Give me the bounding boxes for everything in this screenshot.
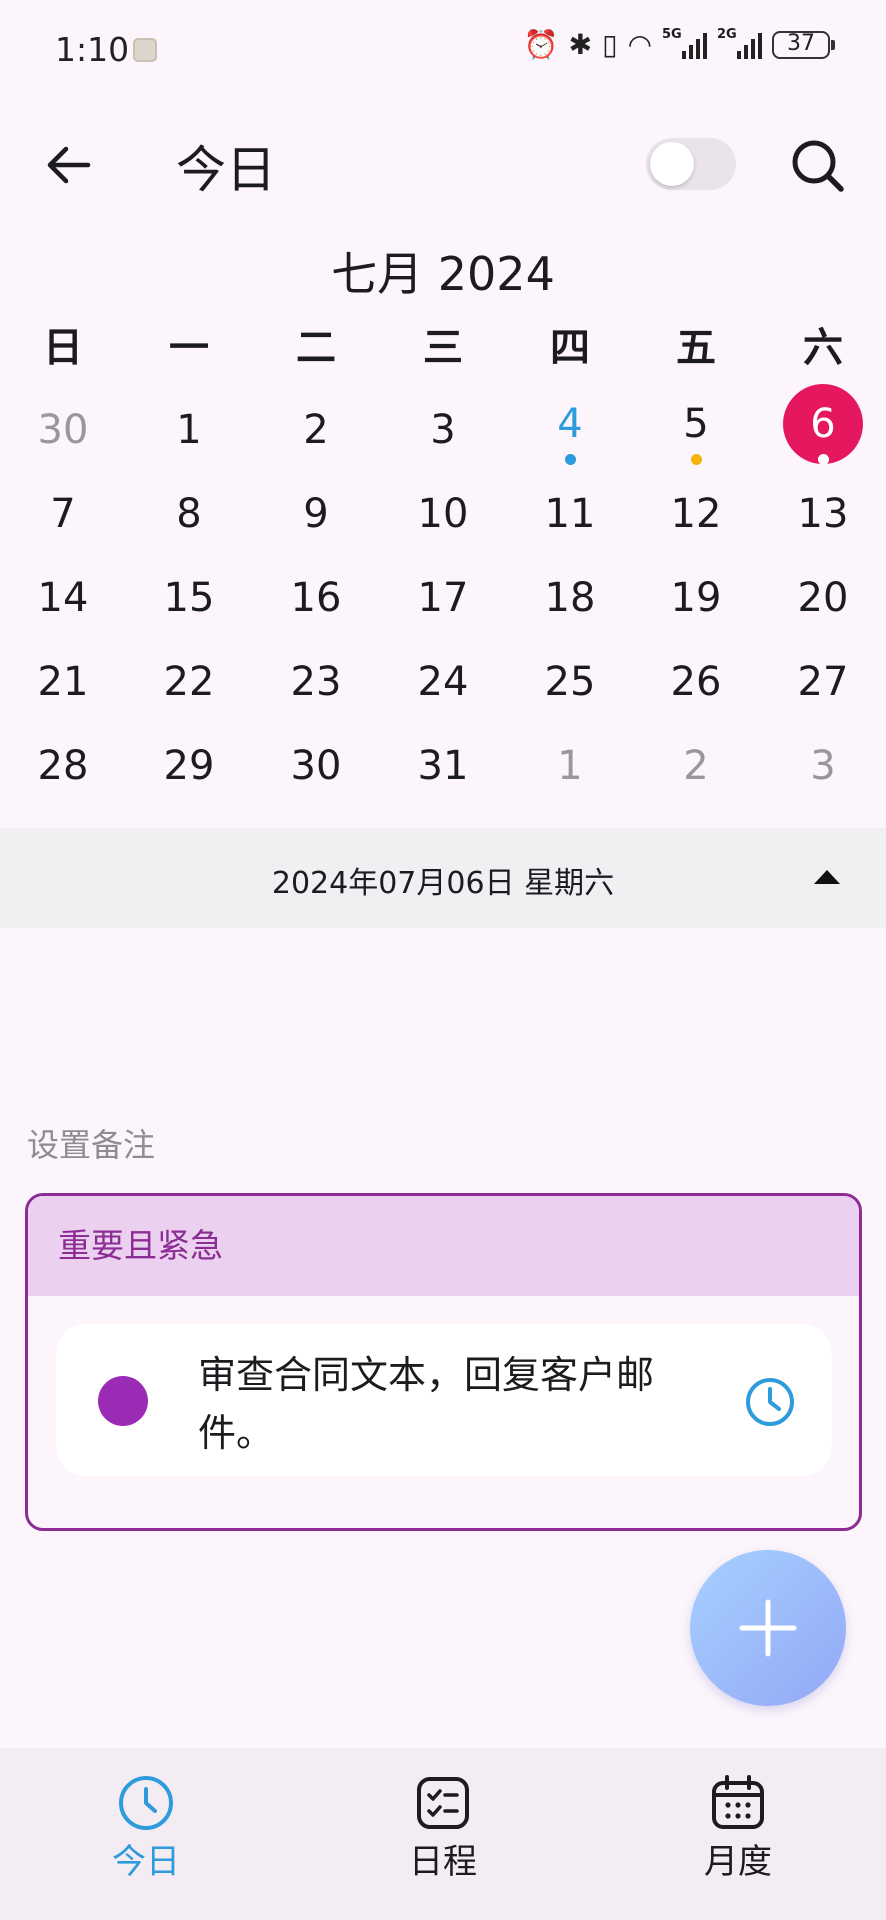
nav-item-month[interactable]: 月度 [648, 1774, 828, 1883]
category-title: 重要且紧急 [28, 1196, 859, 1296]
calendar-day[interactable]: 12 [646, 484, 746, 554]
weekday-mon: 一 [169, 325, 209, 371]
calendar-day[interactable]: 24 [393, 652, 493, 722]
collapse-arrow-icon[interactable] [814, 870, 840, 884]
calendar-day[interactable]: 29 [139, 736, 239, 806]
network-5g-label: 5G [662, 26, 682, 42]
calendar-day[interactable]: 8 [139, 484, 239, 554]
selected-date-text: 2024年07月06日 星期六 [271, 866, 615, 901]
calendar-day[interactable]: 26 [646, 652, 746, 722]
calendar-day[interactable]: 7 [13, 484, 113, 554]
calendar-day[interactable]: 28 [13, 736, 113, 806]
view-toggle[interactable] [646, 138, 736, 190]
calendar-day[interactable]: 9 [266, 484, 366, 554]
notification-icon [133, 38, 157, 62]
event-dot [818, 454, 829, 465]
status-icons: ⏰ ✱ ▯ ◠ 5G 2G 37 [523, 27, 835, 61]
calendar-day[interactable]: 27 [773, 652, 873, 722]
nav-label: 月度 [704, 1842, 772, 1882]
calendar-day[interactable]: 15 [139, 568, 239, 638]
calendar-day-selected[interactable]: 6 [773, 384, 873, 465]
calendar-day[interactable]: 2 [266, 400, 366, 470]
weekday-thu: 四 [550, 325, 590, 371]
page-title: 今日 [176, 141, 276, 199]
calendar-icon [712, 1775, 764, 1829]
alarm-icon: ⏰ [523, 28, 559, 61]
event-dot [565, 454, 576, 465]
weekday-wed: 三 [423, 325, 463, 371]
calendar-day[interactable]: 31 [393, 736, 493, 806]
calendar-day-number: 6 [810, 401, 836, 447]
calendar-day[interactable]: 10 [393, 484, 493, 554]
status-bar: 1:10 ⏰ ✱ ▯ ◠ 5G 2G 37 [0, 0, 886, 100]
checklist-icon [417, 1777, 469, 1829]
calendar-day[interactable]: 20 [773, 568, 873, 638]
calendar-day[interactable]: 11 [520, 484, 620, 554]
weekday-fri: 五 [676, 325, 716, 371]
calendar-day[interactable]: 30 [266, 736, 366, 806]
weekday-sun: 日 [43, 325, 83, 371]
weekday-tue: 二 [296, 325, 336, 371]
signal-5g-icon: 5G [662, 27, 707, 59]
toggle-knob [650, 142, 694, 186]
calendar-day[interactable]: 23 [266, 652, 366, 722]
calendar-day[interactable]: 1 [139, 400, 239, 470]
task-color-dot [98, 1376, 148, 1426]
calendar-day[interactable]: 19 [646, 568, 746, 638]
nav-item-today[interactable]: 今日 [56, 1774, 236, 1883]
calendar-day[interactable]: 30 [13, 400, 113, 470]
bottom-nav: 今日 日程 月度 [0, 1748, 886, 1920]
calendar-day[interactable]: 14 [13, 568, 113, 638]
calendar-day[interactable]: 1 [520, 736, 620, 806]
selected-date-bar[interactable]: 2024年07月06日 星期六 [0, 828, 886, 928]
calendar-day[interactable]: 3 [773, 736, 873, 806]
network-2g-label: 2G [717, 26, 737, 42]
calendar-day[interactable]: 16 [266, 568, 366, 638]
calendar-day[interactable]: 2 [646, 736, 746, 806]
weekday-header-row: 日 一 二 三 四 五 六 [0, 315, 886, 375]
task-item[interactable]: 审查合同文本，回复客户邮件。 [56, 1324, 832, 1476]
calendar-day[interactable]: 21 [13, 652, 113, 722]
task-text: 审查合同文本，回复客户邮件。 [198, 1353, 655, 1455]
bluetooth-icon: ✱ [568, 28, 593, 61]
event-dot [691, 454, 702, 465]
calendar-day[interactable]: 5 [646, 394, 746, 465]
app-header: 今日 [0, 110, 886, 220]
clock-icon[interactable] [744, 1376, 796, 1428]
battery-icon: 37 [772, 30, 835, 59]
calendar-day-number: 5 [683, 401, 709, 447]
category-card: 重要且紧急 审查合同文本，回复客户邮件。 [25, 1193, 862, 1531]
wifi-icon: ◠ [627, 28, 652, 61]
calendar-day[interactable]: 17 [393, 568, 493, 638]
status-time: 1:10 [55, 30, 130, 69]
add-task-button[interactable] [690, 1550, 846, 1706]
plus-icon [739, 1599, 797, 1657]
calendar-day-today[interactable]: 4 [520, 394, 620, 465]
search-icon[interactable] [786, 134, 848, 196]
calendar-day[interactable]: 18 [520, 568, 620, 638]
calendar-day[interactable]: 3 [393, 400, 493, 470]
vibrate-icon: ▯ [602, 28, 618, 61]
clock-icon [119, 1776, 173, 1830]
calendar-day[interactable]: 13 [773, 484, 873, 554]
nav-item-schedule[interactable]: 日程 [353, 1774, 533, 1883]
calendar-day-number: 4 [557, 401, 583, 447]
calendar-day[interactable]: 22 [139, 652, 239, 722]
nav-label: 日程 [409, 1842, 477, 1882]
signal-2g-icon: 2G [717, 27, 762, 59]
back-arrow-icon[interactable] [38, 134, 100, 196]
calendar-day[interactable]: 25 [520, 652, 620, 722]
month-title: 七月 2024 [331, 247, 555, 301]
weekday-sat: 六 [803, 325, 843, 371]
nav-label: 今日 [112, 1842, 180, 1882]
set-note-label[interactable]: 设置备注 [27, 1120, 155, 1166]
